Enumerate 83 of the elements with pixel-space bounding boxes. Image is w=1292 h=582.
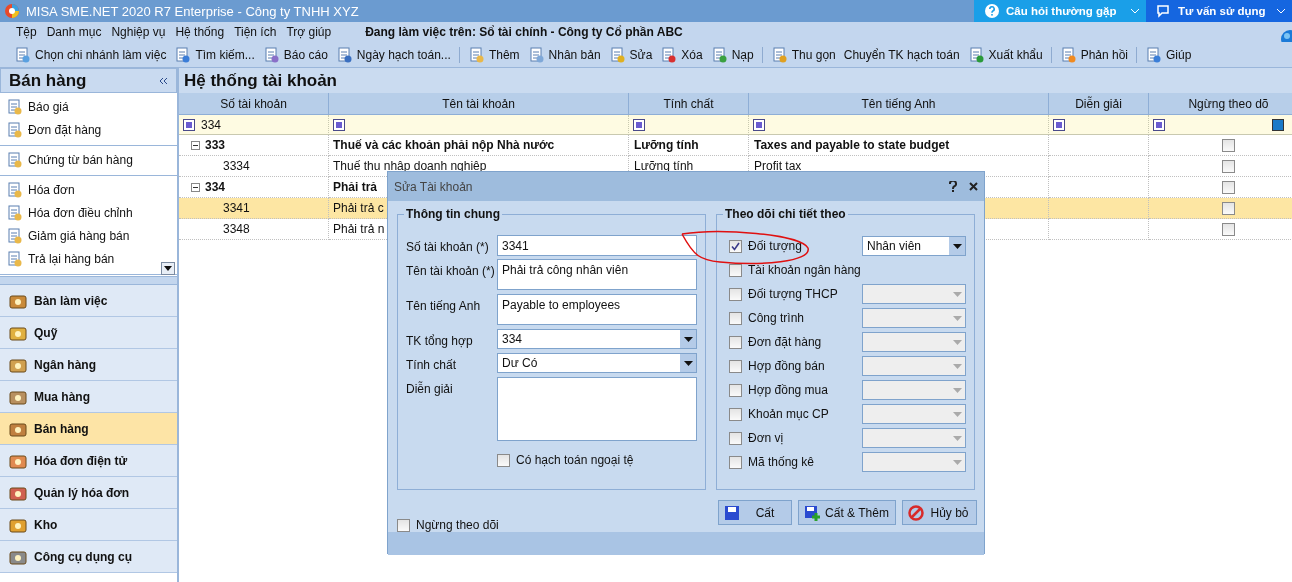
checkbox-label[interactable]: Đơn vị [748, 431, 784, 445]
text-area[interactable]: Phải trả công nhân viên [497, 259, 697, 290]
toolbar-button[interactable]: Ngày hạch toán... [335, 46, 451, 63]
checkbox-label[interactable]: Có hạch toán ngoại tệ [516, 453, 634, 467]
column-header[interactable]: Tên tiếng Anh [749, 93, 1049, 115]
module-item[interactable]: Kho [0, 509, 177, 541]
checkbox-label[interactable]: Ngừng theo dõi [416, 518, 499, 532]
field-label: Tên tài khoản (*) [406, 263, 496, 280]
checkbox-label[interactable]: Hợp đồng bán [748, 359, 825, 373]
group-title: Thông tin chung [404, 207, 502, 221]
module-item[interactable]: Ngân hàng [0, 349, 177, 381]
field-label: TK tổng hợp [406, 333, 474, 349]
combo-box[interactable]: 334 [497, 329, 697, 349]
column-header[interactable]: Tên tài khoản [329, 93, 629, 115]
checkbox-label[interactable]: Đối tượng THCP [748, 287, 838, 301]
dialog-title: Sửa Tài khoản [394, 179, 474, 194]
text-area[interactable]: Payable to employees [497, 294, 697, 325]
menu-item[interactable]: Nghiệp vụ [111, 25, 166, 39]
sidebar-item[interactable]: Trả lại hàng bán [0, 247, 177, 270]
module-item[interactable]: Mua hàng [0, 381, 177, 413]
text-field[interactable]: 3341 [497, 235, 697, 256]
page-title: Hệ thống tài khoản [179, 68, 1292, 93]
field-label: Tên tiếng Anh [406, 298, 482, 315]
sidebar-item[interactable]: Chứng từ bán hàng [0, 148, 177, 171]
module-item[interactable]: Quỹ [0, 317, 177, 349]
toolbar-button[interactable]: Tìm kiếm... [174, 46, 255, 63]
field-label: Số tài khoản (*) [406, 239, 490, 255]
toolbar-button[interactable]: Giúp [1145, 46, 1192, 63]
account-number: 3348 [223, 222, 250, 236]
toolbar-button[interactable]: Báo cáo [262, 46, 328, 63]
column-header[interactable]: Diễn giải [1049, 93, 1149, 115]
toolbar-button[interactable]: Xuất khẩu [967, 46, 1043, 63]
support-button[interactable]: Tư vấn sử dụng [1146, 0, 1292, 22]
module-item[interactable]: Công cụ dụng cụ [0, 541, 177, 573]
sidebar-item[interactable]: Giảm giá hàng bán [0, 224, 177, 247]
toolbar-button[interactable]: Phản hồi [1059, 46, 1129, 63]
module-item[interactable]: Quản lý hóa đơn [0, 477, 177, 509]
cancel-button[interactable]: Hủy bỏ [902, 500, 977, 525]
toolbar-button[interactable]: Thu gọn [770, 46, 836, 63]
toolbar-button[interactable]: Chọn chi nhánh làm việc [14, 46, 167, 63]
sidebar-item[interactable]: Hóa đơn [0, 178, 177, 201]
account-number: 334 [205, 180, 226, 194]
filter-value[interactable]: 334 [201, 117, 222, 132]
toolbar-button[interactable]: Nạp [710, 46, 754, 63]
menu-item[interactable]: Tiện ích [234, 25, 277, 39]
checkbox-label[interactable]: Đối tượng [748, 239, 802, 253]
field-label: Tính chất [406, 357, 458, 373]
module-item[interactable]: Hóa đơn điện tử [0, 445, 177, 477]
module-item[interactable]: Bán hàng [0, 413, 177, 445]
checkbox-label[interactable]: Hợp đồng mua [748, 383, 828, 397]
account-number: 333 [205, 138, 226, 152]
sidebar-item[interactable]: Báo giá [0, 95, 177, 118]
sidebar-item[interactable]: Đơn đặt hàng [0, 118, 177, 141]
toolbar-label[interactable]: Chuyển TK hạch toán [843, 47, 960, 62]
account-number: 3334 [223, 159, 250, 173]
save-and-add-button[interactable]: Cất & Thêm [798, 500, 896, 525]
module-item[interactable]: Bàn làm việc [0, 285, 177, 317]
toolbar-button[interactable]: Thêm [467, 46, 520, 63]
column-header[interactable]: Số tài khoản [179, 93, 329, 115]
save-button[interactable]: Cất [718, 500, 792, 525]
menu-item[interactable]: Hệ thống [175, 25, 225, 39]
checkbox-label[interactable]: Công trình [748, 311, 805, 325]
window-title: MISA SME.NET 2020 R7 Enterprise - Công ty TNHH XYZ [26, 3, 360, 19]
workspace-label: Đang làm việc trên: Sổ tài chính - Công ty Cổ phần ABC [365, 25, 684, 39]
combo-box[interactable]: Dư Có [497, 353, 697, 373]
combo-box[interactable]: Nhân viên [862, 236, 966, 256]
checkbox-label[interactable]: Đơn đặt hàng [748, 335, 822, 349]
menu-item[interactable]: Danh mục [46, 25, 102, 39]
menu-item[interactable]: Trợ giúp [286, 25, 332, 39]
group-title: Theo dõi chi tiết theo [723, 207, 848, 221]
sidebar-item[interactable]: Hóa đơn điều chỉnh [0, 201, 177, 224]
column-header[interactable]: Ngừng theo dõ [1149, 93, 1292, 115]
checkbox-label[interactable]: Mã thống kê [748, 455, 815, 469]
toolbar-button[interactable]: Nhân bản [527, 46, 601, 63]
checkbox-label[interactable]: Khoản mục CP [748, 407, 829, 421]
checkbox-label[interactable]: Tài khoản ngân hàng [748, 263, 861, 277]
toolbar-button[interactable]: Xóa [660, 46, 703, 63]
account-number: 3341 [223, 201, 250, 215]
sidebar-title: Bán hàng [9, 70, 87, 91]
toolbar-button[interactable]: Sửa [608, 46, 653, 63]
field-label: Diễn giải [406, 380, 454, 398]
column-header[interactable]: Tính chất [629, 93, 749, 115]
menu-item[interactable]: Tệp [16, 25, 37, 39]
